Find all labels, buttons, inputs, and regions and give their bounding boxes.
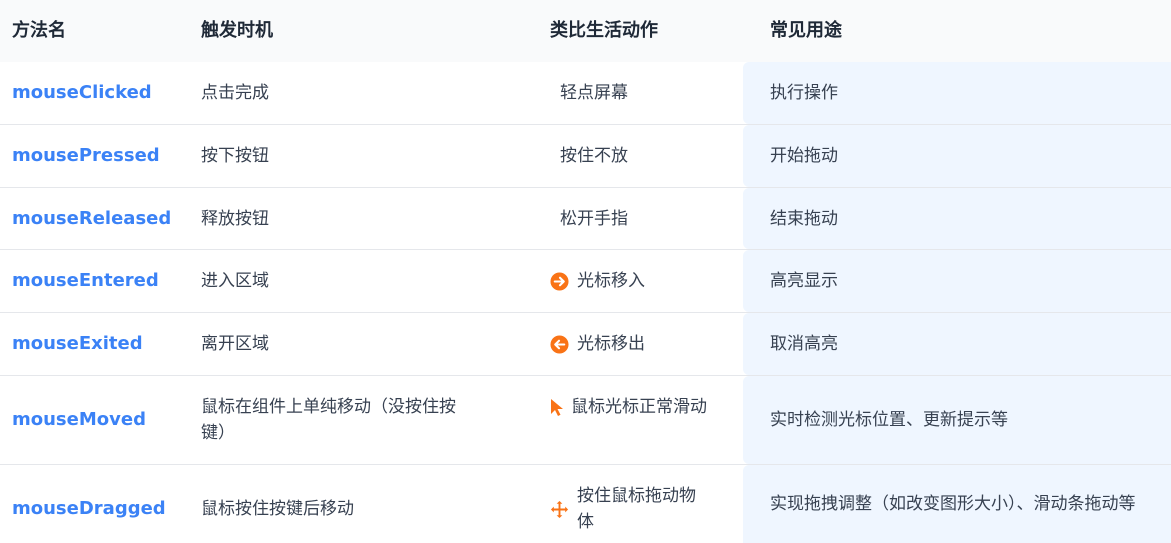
method-name: mouseDragged	[12, 498, 166, 519]
method-name: mousePressed	[12, 145, 160, 166]
trigger-text: 进入区域	[201, 271, 269, 291]
table-row: mouseEntered 进入区域 光标移入 高亮显示	[0, 250, 1171, 313]
header-trigger: 触发时机	[201, 20, 273, 41]
table-header: 方法名 触发时机 类比生活动作 常见用途	[0, 0, 1171, 62]
method-name: mouseReleased	[12, 207, 172, 229]
usage-text: 执行操作	[770, 83, 838, 103]
analogy-text: 轻点屏幕	[560, 83, 628, 103]
trigger-text: 鼠标在组件上单纯移动（没按住按键）	[201, 397, 456, 443]
trigger-text: 释放按钮	[201, 208, 269, 229]
table-row: mouseMoved 鼠标在组件上单纯移动（没按住按键） 鼠标光标正常滑动 实时…	[0, 376, 1171, 465]
table-row: mouseClicked 点击完成 轻点屏幕 执行操作	[0, 62, 1171, 125]
header-usage: 常见用途	[770, 20, 842, 41]
usage-text: 结束拖动	[770, 208, 838, 229]
method-name: mouseEntered	[12, 270, 159, 291]
usage-text: 取消高亮	[770, 334, 838, 354]
method-name: mouseClicked	[12, 82, 152, 103]
analogy-text: 松开手指	[560, 208, 628, 229]
table-row: mouseDragged 鼠标按住按键后移动 按住鼠标拖动物体 实现拖拽调整（如…	[0, 465, 1171, 543]
mouse-pointer-icon	[550, 398, 564, 417]
table-row: mouseReleased 释放按钮 松开手指 结束拖动	[0, 188, 1171, 250]
analogy-text: 按住鼠标拖动物体	[577, 486, 696, 532]
trigger-text: 按下按钮	[201, 146, 269, 166]
mouse-events-table: 方法名 触发时机 类比生活动作 常见用途 mouseClicked 点击完成 轻…	[0, 0, 1171, 543]
arrow-circle-left-icon	[550, 334, 569, 354]
arrow-circle-right-icon	[550, 271, 569, 291]
usage-text: 开始拖动	[770, 146, 838, 166]
usage-text: 实现拖拽调整（如改变图形大小）、滑动条拖动等	[770, 494, 1136, 514]
usage-text: 高亮显示	[770, 271, 838, 291]
move-arrows-icon	[550, 500, 569, 519]
analogy-text: 鼠标光标正常滑动	[571, 397, 707, 417]
method-name: mouseMoved	[12, 409, 146, 430]
analogy-text: 光标移入	[577, 271, 645, 291]
usage-text: 实时检测光标位置、更新提示等	[770, 410, 1008, 430]
table-row: mousePressed 按下按钮 按住不放 开始拖动	[0, 125, 1171, 188]
trigger-text: 鼠标按住按键后移动	[201, 499, 354, 519]
trigger-text: 点击完成	[201, 83, 269, 103]
table-row: mouseExited 离开区域 光标移出 取消高亮	[0, 313, 1171, 376]
analogy-text: 光标移出	[577, 334, 645, 354]
analogy-text: 按住不放	[560, 146, 628, 166]
header-method: 方法名	[12, 20, 66, 41]
method-name: mouseExited	[12, 333, 143, 354]
header-analogy: 类比生活动作	[550, 20, 658, 41]
trigger-text: 离开区域	[201, 334, 269, 354]
